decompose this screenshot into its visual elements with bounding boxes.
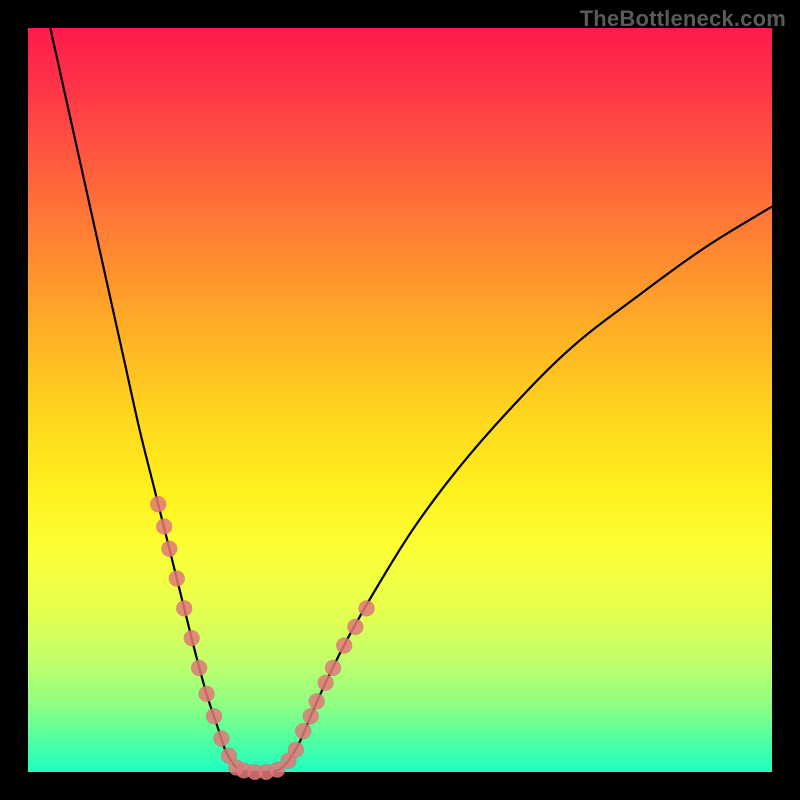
curve-right	[279, 207, 772, 770]
chart-frame: TheBottleneck.com	[0, 0, 800, 800]
data-marker	[184, 630, 200, 646]
data-marker	[199, 686, 215, 702]
data-marker	[206, 708, 222, 724]
data-marker	[176, 600, 192, 616]
data-marker	[309, 693, 325, 709]
chart-svg	[28, 28, 772, 772]
data-marker	[150, 496, 166, 512]
curve-left	[50, 28, 238, 770]
data-marker	[288, 742, 304, 758]
data-marker	[161, 541, 177, 557]
plot-area	[28, 28, 772, 772]
data-marker	[295, 723, 311, 739]
data-marker	[191, 660, 207, 676]
data-marker	[325, 660, 341, 676]
data-marker	[359, 600, 375, 616]
curve-group	[50, 28, 772, 772]
data-marker	[347, 619, 363, 635]
data-marker	[169, 571, 185, 587]
data-marker	[318, 675, 334, 691]
marker-group	[150, 496, 374, 780]
data-marker	[303, 708, 319, 724]
data-marker	[156, 518, 172, 534]
data-marker	[213, 731, 229, 747]
data-marker	[336, 638, 352, 654]
